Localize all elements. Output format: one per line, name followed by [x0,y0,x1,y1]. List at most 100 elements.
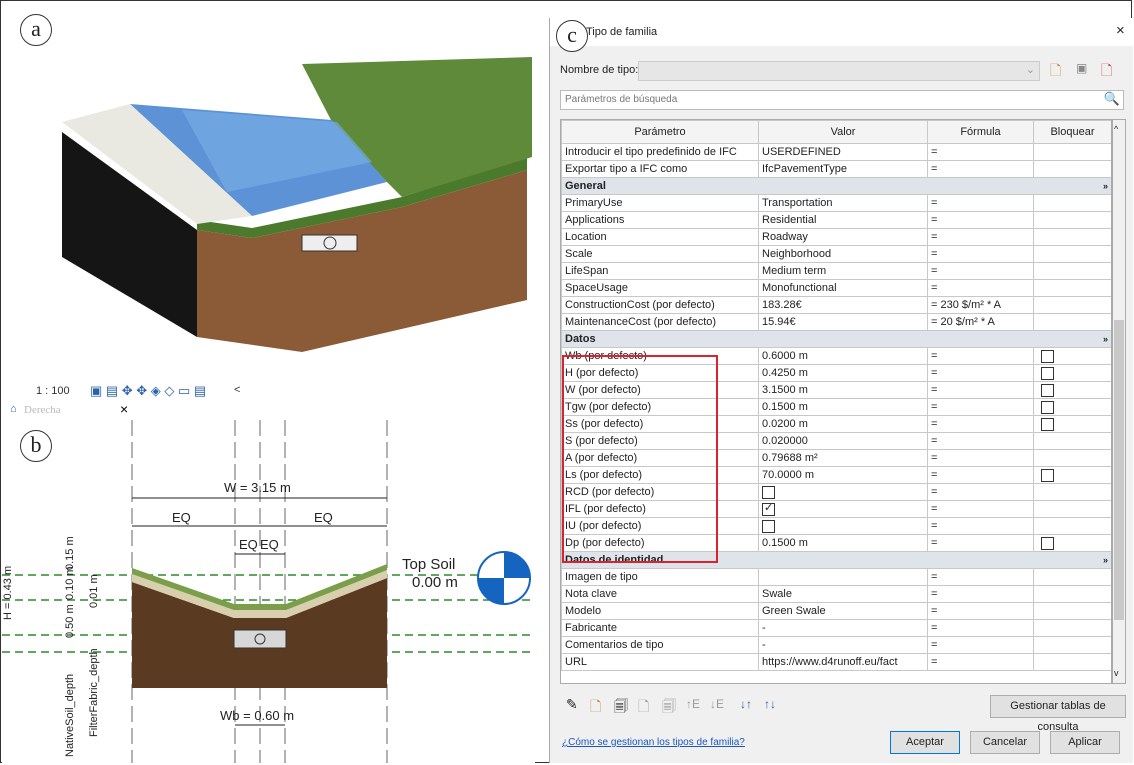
view-scale[interactable]: 1 : 100 [36,385,70,397]
parameter-value[interactable]: 0.0200 m [758,415,928,433]
parameter-formula[interactable]: = [927,636,1034,654]
parameter-value[interactable]: 0.6000 m [758,347,928,365]
overflow-icon[interactable]: < [234,384,240,396]
rename-type-icon[interactable]: ▣ [1076,61,1087,75]
lock-checkbox[interactable] [1041,383,1054,397]
parameter-value[interactable]: 183.28€ [758,296,928,314]
parameter-value[interactable]: Medium term [758,262,928,280]
parameter-value[interactable]: Roadway [758,228,928,246]
scroll-up-icon[interactable]: ^ [1114,124,1118,134]
parameter-formula[interactable]: = [927,262,1034,280]
parameter-value[interactable]: 0.4250 m [758,364,928,382]
parameter-formula[interactable]: = [927,364,1034,382]
parameter-value[interactable]: Swale [758,585,928,603]
parameter-value[interactable]: 0.020000 [758,432,928,450]
lock-checkbox[interactable] [1041,366,1054,380]
lock-checkbox[interactable] [1041,400,1054,414]
lock-checkbox[interactable] [1041,468,1054,482]
parameter-value[interactable]: Residential [758,211,928,229]
header-bloquear[interactable]: Bloquear [1033,120,1111,144]
new-type-icon[interactable]: 🗋 [1050,60,1061,84]
parameter-formula[interactable]: = 230 $/m² * A [927,296,1034,314]
parameter-formula[interactable]: = [927,160,1034,178]
parameter-value[interactable]: https://www.d4runoff.eu/fact [758,653,928,671]
parameter-formula[interactable]: = [927,415,1034,433]
parameter-value[interactable]: Neighborhood [758,245,928,263]
table-scrollbar[interactable]: ^ v [1112,119,1126,684]
parameter-value[interactable] [758,568,928,586]
close-tab-icon[interactable]: × [120,401,128,417]
search-input[interactable]: Parámetros de búsqueda 🔍 [560,90,1124,110]
value-checkbox[interactable] [762,519,775,533]
parameter-formula[interactable]: = [927,347,1034,365]
parameter-value[interactable]: 0.79688 m² [758,449,928,467]
scroll-down-icon[interactable]: v [1114,668,1119,678]
parameter-formula[interactable]: = [927,398,1034,416]
collapse-icon[interactable]: » [1103,332,1108,347]
edit-parameter-icon[interactable]: ✎ [566,696,578,713]
header-formula[interactable]: Fórmula [927,120,1034,144]
parameter-formula[interactable]: = [927,466,1034,484]
parameter-value[interactable] [758,500,928,518]
collapse-icon[interactable]: » [1103,553,1108,568]
parameter-value[interactable]: 0.1500 m [758,534,928,552]
parameter-value[interactable] [758,517,928,535]
parameter-value[interactable]: Transportation [758,194,928,212]
group-label[interactable]: General» [561,177,1111,195]
lock-checkbox[interactable] [1041,417,1054,431]
parameter-value[interactable]: 70.0000 m [758,466,928,484]
new-parameter-icon[interactable]: 🗋 [590,696,601,720]
sort-az-icon[interactable]: ↓↑ [740,697,752,711]
scroll-thumb[interactable] [1114,320,1124,620]
parameter-value[interactable] [758,483,928,501]
value-checkbox[interactable] [762,485,775,499]
view-tab[interactable]: ⌂ Derecha × [2,400,147,420]
parameter-formula[interactable]: = [927,483,1034,501]
parameter-value[interactable]: - [758,619,928,637]
view-tool-icons[interactable]: ▣ ▤ ✥ ✥ ◈ ◇ ▭ ▤ [90,383,206,399]
dialog-close-icon[interactable]: × [1116,22,1125,39]
header-valor[interactable]: Valor [758,120,928,144]
help-link[interactable]: ¿Cómo se gestionan los tipos de familia? [562,737,745,748]
parameter-formula[interactable]: = [927,245,1034,263]
parameter-value[interactable]: Green Swale [758,602,928,620]
value-checkbox[interactable] [762,502,775,516]
move-down-icon[interactable]: 🗐 [662,696,676,720]
manage-lookup-tables-button[interactable]: Gestionar tablas de consulta [990,695,1126,733]
delete-type-icon[interactable]: 🗋 [1101,60,1112,84]
parameter-value[interactable]: - [758,636,928,654]
group-label[interactable]: Datos» [561,330,1111,348]
lock-checkbox[interactable] [1041,349,1054,363]
parameter-formula[interactable]: = [927,279,1034,297]
collapse-icon[interactable]: » [1103,179,1108,194]
parameter-formula[interactable]: = [927,228,1034,246]
parameter-formula[interactable]: = [927,143,1034,161]
parameter-value[interactable]: Monofunctional [758,279,928,297]
apply-button[interactable]: Aplicar [1050,731,1120,754]
sort-asc-icon[interactable]: ↑E [686,697,700,711]
parameter-formula[interactable]: = 20 $/m² * A [927,313,1034,331]
parameter-formula[interactable]: = [927,211,1034,229]
type-name-select[interactable]: ⌄ [638,61,1040,81]
parameter-formula[interactable]: = [927,432,1034,450]
parameter-formula[interactable]: = [927,534,1034,552]
parameter-formula[interactable]: = [927,500,1034,518]
parameter-formula[interactable]: = [927,517,1034,535]
ok-button[interactable]: Aceptar [890,731,960,754]
move-up-icon[interactable]: 🗋 [638,696,649,720]
parameter-formula[interactable]: = [927,194,1034,212]
delete-parameter-icon[interactable]: 🗐 [614,696,628,720]
parameter-value[interactable]: 15.94€ [758,313,928,331]
parameter-formula[interactable]: = [927,381,1034,399]
parameter-formula[interactable]: = [927,449,1034,467]
parameter-formula[interactable]: = [927,585,1034,603]
parameter-value[interactable]: USERDEFINED [758,143,928,161]
parameter-value[interactable]: 0.1500 m [758,398,928,416]
parameter-formula[interactable]: = [927,602,1034,620]
parameter-formula[interactable]: = [927,568,1034,586]
parameter-formula[interactable]: = [927,653,1034,671]
parameter-formula[interactable]: = [927,619,1034,637]
parameter-value[interactable]: IfcPavementType [758,160,928,178]
sort-desc-icon[interactable]: ↓E [710,697,724,711]
parameter-value[interactable]: 3.1500 m [758,381,928,399]
